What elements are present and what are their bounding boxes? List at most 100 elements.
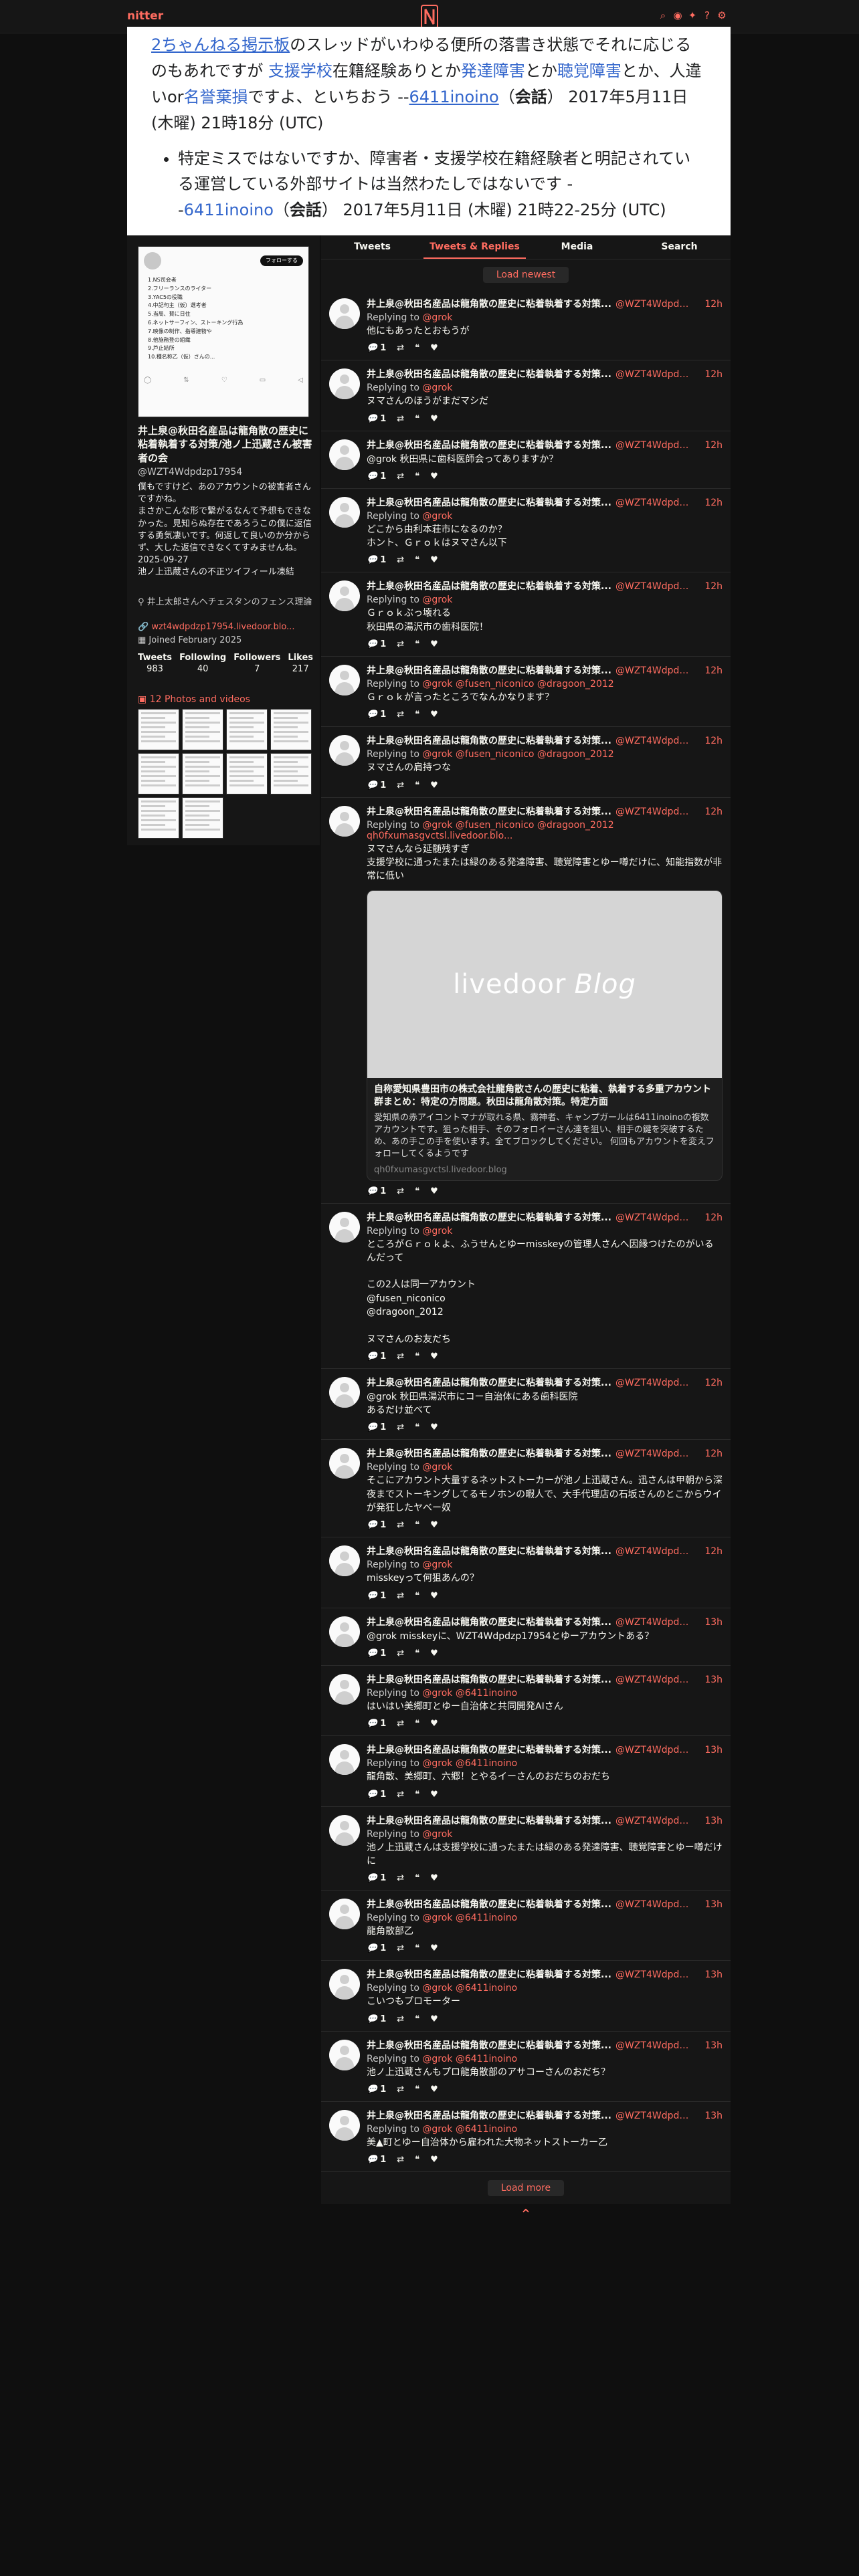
tweet-fullname[interactable]: 井上泉@秋田名産品は龍角散の歴史に粘着執着する対策... (367, 2109, 611, 2122)
profile-website[interactable]: 🔗 wzt4wdpdzp17954.livedoor.blo... (138, 622, 313, 632)
tweet-item[interactable]: 井上泉@秋田名産品は龍角散の歴史に粘着執着する対策... @WZT4Wdpdzp.… (321, 488, 731, 573)
tweet-avatar[interactable] (329, 735, 360, 766)
stat-quote[interactable]: ❝ (415, 471, 419, 481)
stat-quote[interactable]: ❝ (415, 1648, 419, 1658)
stat-retweet[interactable]: ⇄ (397, 2014, 404, 2024)
tweet-date[interactable]: 12h (704, 581, 723, 592)
tweet-username[interactable]: @WZT4Wdpdzp... (615, 369, 689, 380)
stat-like[interactable]: ♥ (430, 1352, 438, 1362)
link-hearing[interactable]: 聴覚障害 (557, 62, 622, 80)
tweet-avatar[interactable] (329, 1814, 360, 1846)
tweet-fullname[interactable]: 井上泉@秋田名産品は龍角散の歴史に粘着執着する対策... (367, 1897, 611, 1911)
tweet-item[interactable]: 井上泉@秋田名産品は龍角散の歴史に粘着執着する対策... @WZT4Wdpdzp.… (321, 1891, 731, 1961)
tweet-item[interactable]: 井上泉@秋田名産品は龍角散の歴史に粘着執着する対策... @WZT4Wdpdzp.… (321, 1736, 731, 1807)
reply-mention[interactable]: @grok (422, 1560, 452, 1570)
stat-like[interactable]: ♥ (430, 343, 438, 353)
load-more-button[interactable]: Load more (487, 2180, 565, 2197)
stat-quote[interactable]: ❝ (415, 343, 419, 353)
stat-reply[interactable]: 💬 1 (367, 414, 386, 424)
stat-retweet[interactable]: ⇄ (397, 1648, 404, 1658)
reply-mention[interactable]: @grok @6411inoino (422, 1913, 517, 1923)
tweet-date[interactable]: 13h (704, 1899, 723, 1910)
tweet-avatar[interactable] (329, 805, 360, 837)
profile-handle[interactable]: @WZT4Wdpdzp17954 (138, 467, 242, 477)
tweet-fullname[interactable]: 井上泉@秋田名産品は龍角散の歴史に粘着執着する対策... (367, 1544, 611, 1558)
stat-tweets[interactable]: Tweets 983 (138, 653, 172, 674)
tweet-fullname[interactable]: 井上泉@秋田名産品は龍角散の歴史に粘着執着する対策... (367, 1376, 611, 1389)
bird-icon[interactable]: ✦ (688, 9, 697, 21)
tab-search[interactable]: Search (628, 235, 731, 259)
tweet-date[interactable]: 12h (704, 440, 723, 451)
tweet-date[interactable]: 12h (704, 1212, 723, 1223)
search-icon[interactable]: ⌕ (658, 9, 668, 21)
media-thumbnail[interactable] (182, 753, 223, 794)
tweet-username[interactable]: @WZT4Wdpdzp... (615, 1745, 689, 1755)
tweet-date[interactable]: 12h (704, 1546, 723, 1557)
tab-media[interactable]: Media (526, 235, 628, 259)
stat-reply[interactable]: 💬 1 (367, 1591, 386, 1601)
stat-reply[interactable]: 💬 1 (367, 555, 386, 565)
tweet-avatar[interactable] (329, 2039, 360, 2070)
stat-reply[interactable]: 💬 1 (367, 1873, 386, 1883)
media-thumbnail[interactable] (270, 753, 312, 794)
rss-icon[interactable]: ◉ (673, 9, 682, 21)
tweet-username[interactable]: @WZT4Wdpdzp... (615, 1448, 689, 1459)
stat-like[interactable]: ♥ (430, 1186, 438, 1196)
stat-retweet[interactable]: ⇄ (397, 1873, 404, 1883)
reply-mention[interactable]: @grok @fusen_niconico @dragoon_2012 (422, 749, 613, 760)
media-thumbnail[interactable] (182, 797, 223, 839)
stat-reply[interactable]: 💬 1 (367, 343, 386, 353)
tweet-username[interactable]: @WZT4Wdpdzp... (615, 299, 689, 310)
tweet-item[interactable]: 井上泉@秋田名産品は龍角散の歴史に粘着執着する対策... @WZT4Wdpdzp.… (321, 290, 731, 361)
tweet-avatar[interactable] (329, 1744, 360, 1776)
tweet-username[interactable]: @WZT4Wdpdzp... (615, 1546, 689, 1557)
tweet-avatar[interactable] (329, 2110, 360, 2141)
tweet-fullname[interactable]: 井上泉@秋田名産品は龍角散の歴史に粘着執着する対策... (367, 438, 611, 451)
reply-mention[interactable]: @grok (422, 312, 452, 323)
stat-reply[interactable]: 💬 1 (367, 1422, 386, 1432)
tweet-date[interactable]: 13h (704, 2040, 723, 2051)
link-support-school[interactable]: 支援学校 (268, 62, 332, 80)
stat-reply[interactable]: 💬 1 (367, 710, 386, 720)
stat-quote[interactable]: ❝ (415, 2014, 419, 2024)
tweet-avatar[interactable] (329, 665, 360, 696)
tweet-avatar[interactable] (329, 1545, 360, 1577)
link-card[interactable]: livedoor Blog 自称愛知県豊田市の株式会社龍角散さんの歴史に粘着、執着す… (367, 889, 723, 1181)
reply-mention[interactable]: @grok (422, 595, 452, 605)
tweet-avatar[interactable] (329, 1616, 360, 1647)
tweet-item[interactable]: 井上泉@秋田名産品は龍角散の歴史に粘着執着する対策... @WZT4Wdpdzp.… (321, 727, 731, 798)
stat-reply[interactable]: 💬 1 (367, 1790, 386, 1800)
tweet-username[interactable]: @WZT4Wdpdzp... (615, 1617, 689, 1628)
stat-retweet[interactable]: ⇄ (397, 780, 404, 790)
media-thumbnail[interactable] (226, 709, 268, 750)
stat-quote[interactable]: ❝ (415, 639, 419, 649)
stat-like[interactable]: ♥ (430, 1943, 438, 1953)
tweet-avatar[interactable] (329, 1673, 360, 1705)
tweet-fullname[interactable]: 井上泉@秋田名産品は龍角散の歴史に粘着執着する対策... (367, 367, 611, 381)
stat-like[interactable]: ♥ (430, 1520, 438, 1530)
tweet-fullname[interactable]: 井上泉@秋田名産品は龍角散の歴史に粘着執着する対策... (367, 1743, 611, 1756)
stat-reply[interactable]: 💬 1 (367, 1943, 386, 1953)
media-thumbnail[interactable] (226, 753, 268, 794)
stat-reply[interactable]: 💬 1 (367, 2155, 386, 2165)
tweet-fullname[interactable]: 井上泉@秋田名産品は龍角散の歴史に粘着執着する対策... (367, 804, 611, 818)
tweet-avatar[interactable] (329, 439, 360, 470)
tweet-date[interactable]: 13h (704, 1745, 723, 1755)
stat-retweet[interactable]: ⇄ (397, 710, 404, 720)
stat-retweet[interactable]: ⇄ (397, 555, 404, 565)
stat-retweet[interactable]: ⇄ (397, 471, 404, 481)
stat-quote[interactable]: ❝ (415, 414, 419, 424)
tweet-username[interactable]: @WZT4Wdpdzp... (615, 1816, 689, 1826)
tweet-date[interactable]: 13h (704, 1816, 723, 1826)
tweet-fullname[interactable]: 井上泉@秋田名産品は龍角散の歴史に粘着執着する対策... (367, 734, 611, 747)
stat-retweet[interactable]: ⇄ (397, 1520, 404, 1530)
link-2ch[interactable]: 2ちゃんねる掲示板 (151, 35, 290, 54)
stat-reply[interactable]: 💬 1 (367, 639, 386, 649)
stat-like[interactable]: ♥ (430, 1790, 438, 1800)
tweet-item[interactable]: 井上泉@秋田名産品は龍角散の歴史に粘着執着する対策... @WZT4Wdpdzp.… (321, 1203, 731, 1369)
tweet-item[interactable]: 井上泉@秋田名産品は龍角散の歴史に粘着執着する対策... @WZT4Wdpdzp.… (321, 657, 731, 728)
tweet-avatar[interactable] (329, 1211, 360, 1243)
link-dev-disorder[interactable]: 発達障害 (461, 62, 525, 80)
stat-retweet[interactable]: ⇄ (397, 639, 404, 649)
tweet-fullname[interactable]: 井上泉@秋田名産品は龍角散の歴史に粘着執着する対策... (367, 1210, 611, 1224)
